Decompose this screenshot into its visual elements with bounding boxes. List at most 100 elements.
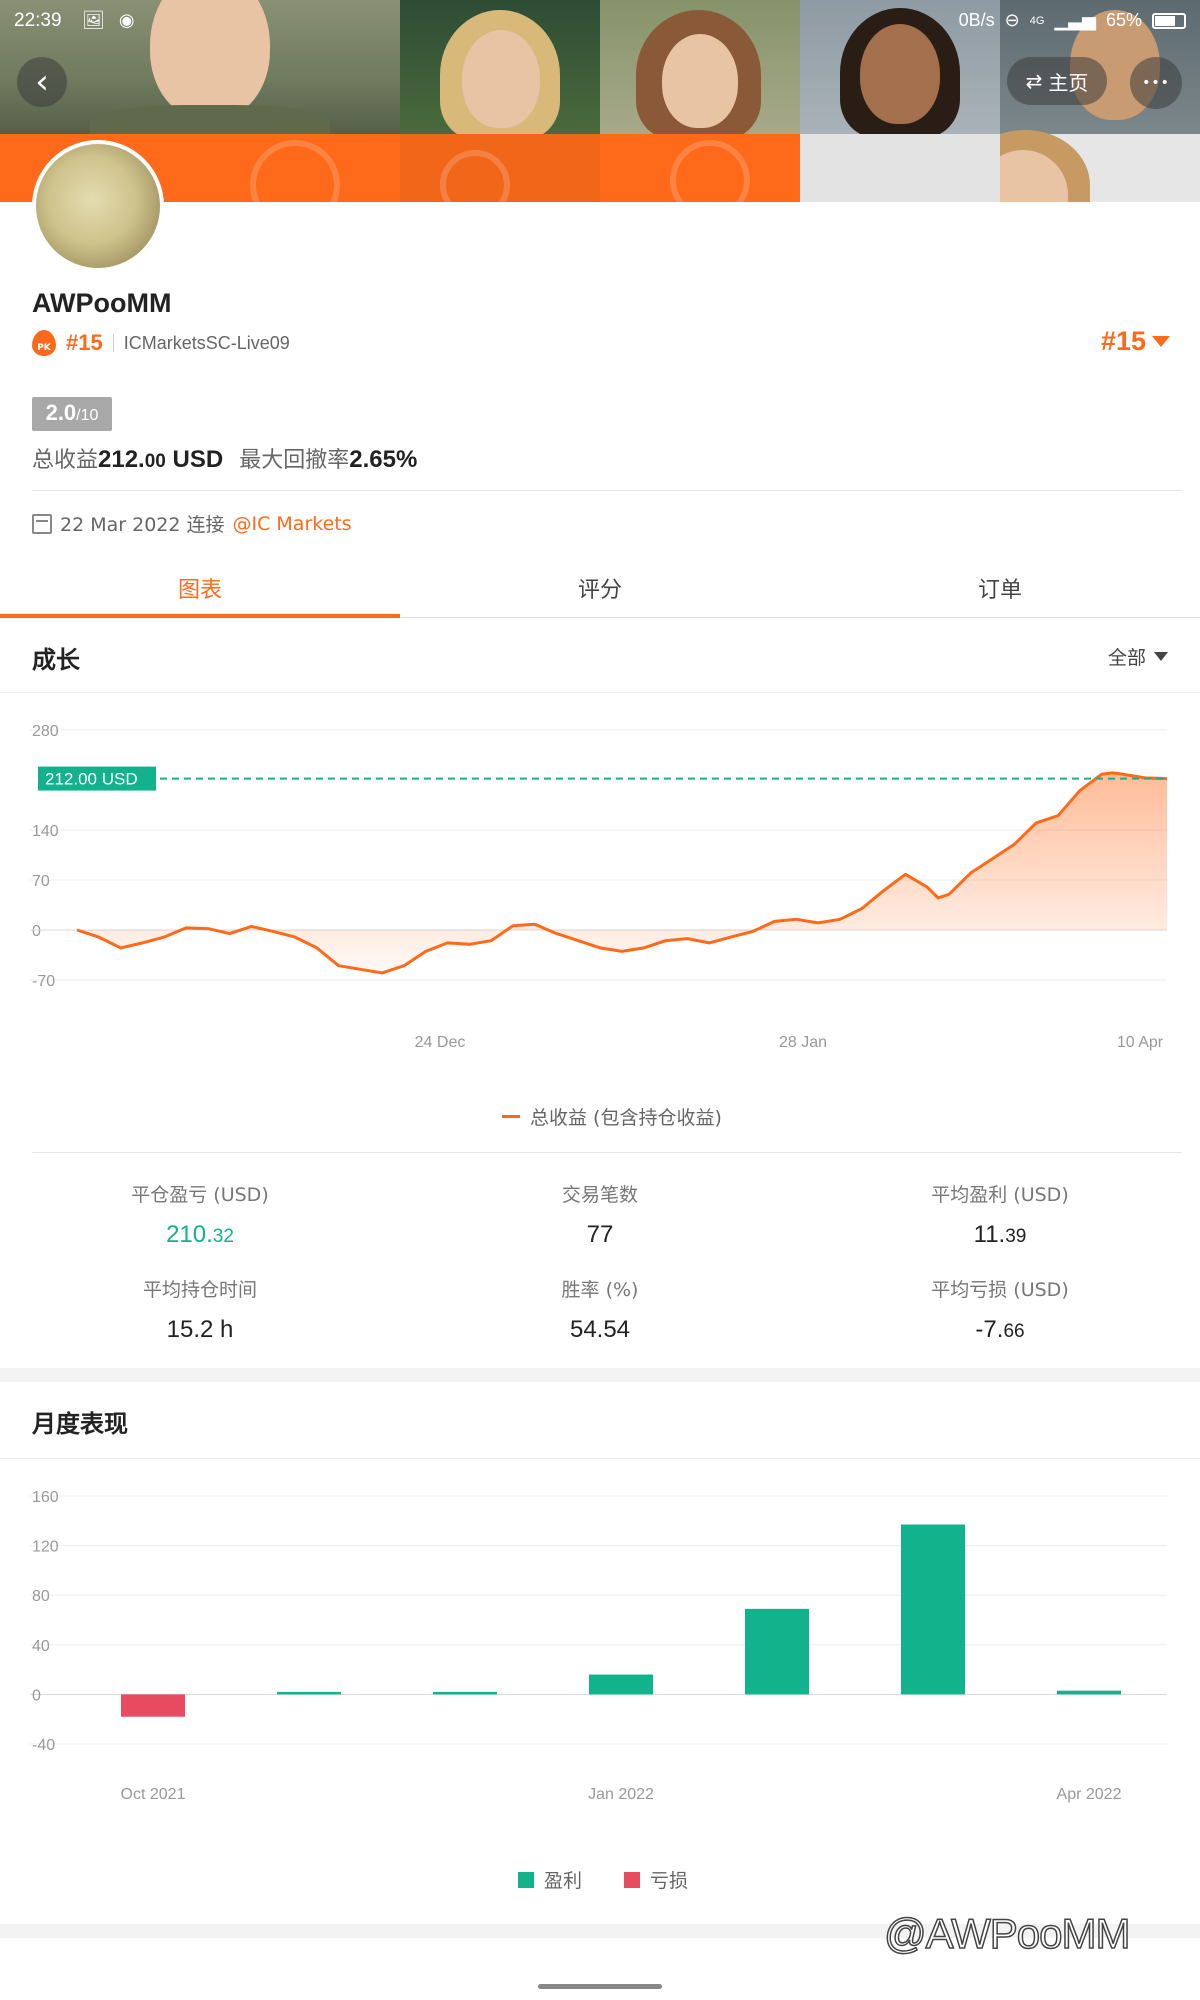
chevron-left-icon: ‹ [35, 62, 49, 102]
rank-label: #15 [66, 330, 103, 355]
total-profit-dec: 00 [144, 451, 166, 472]
stat-label: 平仓盈亏 (USD) [131, 1184, 269, 1206]
app-icon: ◉ [118, 10, 135, 31]
bar-profit [745, 1608, 809, 1695]
battery-icon [1152, 12, 1186, 29]
stat-label: 平均持仓时间 [142, 1279, 257, 1301]
rank-row: PK #15 ICMarketsSC-Live09 [32, 330, 290, 356]
legend-profit-swatch [518, 1871, 534, 1888]
total-profit-unit: USD [165, 446, 224, 473]
divider [32, 490, 1182, 491]
profit-summary: 总收益 212. 00 USD 最大回撤率 2.65% [32, 442, 417, 474]
y-tick-label: 0 [32, 1687, 41, 1704]
y-tick-label: -70 [32, 973, 55, 990]
x-tick-label: Oct 2021 [121, 1786, 186, 1803]
caret-down-icon [1152, 336, 1170, 347]
stat-label: 胜率 (%) [561, 1279, 639, 1301]
growth-chart[interactable]: -70 0 70 140 280 212.00 USD 24 Dec 28 Jan 10 Apr [0, 700, 1200, 1100]
stat-value-int: 210. [166, 1221, 213, 1248]
avatar[interactable] [32, 140, 164, 272]
monthly-chart[interactable]: -40 0 40 80 120 160 Oct 2021 Jan 2022 Apr 2022 [0, 1466, 1200, 1846]
home-button[interactable]: ⇄ 主页 [1007, 57, 1107, 105]
tab-rating[interactable]: 评分 [400, 560, 800, 617]
y-tick-label: 40 [32, 1638, 50, 1655]
range-select[interactable]: 全部 [1108, 643, 1168, 670]
stat-trades: 交易笔数 77 [400, 1180, 800, 1249]
flame-pk-icon: PK [32, 330, 56, 356]
bar-loss [121, 1694, 185, 1717]
home-indicator[interactable] [538, 1984, 662, 1989]
net-speed: 0B/s [958, 10, 995, 30]
stat-value-dec: 39 [1005, 1226, 1027, 1247]
x-tick-label: 10 Apr [1117, 1034, 1164, 1051]
divider [32, 1152, 1182, 1153]
signal-icon: 4G [1029, 14, 1045, 27]
stat-win-rate: 胜率 (%) 54.54 [400, 1275, 800, 1344]
back-button[interactable]: ‹ [17, 57, 67, 107]
stat-value: 210.32 [0, 1221, 400, 1249]
rank-dropdown[interactable]: #15 [1101, 326, 1170, 357]
growth-legend-label: 总收益 (包含持仓收益) [530, 1107, 722, 1129]
total-profit-int: 212. [98, 446, 145, 473]
tab-chart[interactable]: 图表 [0, 560, 400, 618]
stat-avg-profit: 平均盈利 (USD) 11.39 [800, 1180, 1200, 1249]
stat-avg-hold: 平均持仓时间 15.2 h [0, 1275, 400, 1344]
caret-down-icon [1154, 652, 1168, 661]
series-area [77, 772, 1167, 973]
y-tick-label: 0 [32, 923, 41, 940]
y-tick-label: 80 [32, 1588, 50, 1605]
section-separator [0, 1368, 1200, 1382]
stat-value: 54.54 [569, 1316, 631, 1343]
y-tick-label: 140 [32, 823, 59, 840]
server-name: ICMarketsSC-Live09 [123, 332, 290, 353]
stat-value-dec: 66 [1003, 1321, 1025, 1342]
monthly-title: 月度表现 [32, 1410, 128, 1438]
section-divider [0, 1458, 1200, 1459]
stat-closed-pl: 平仓盈亏 (USD) 210.32 [0, 1180, 400, 1249]
legend-profit-label: 盈利 [544, 1870, 583, 1892]
score-badge: 2.0 /10 [32, 397, 112, 431]
battery-text: 65% [1105, 10, 1142, 30]
tab-bar: 图表 评分 订单 [0, 560, 1200, 618]
bar-profit [433, 1691, 497, 1695]
y-tick-label: -40 [32, 1737, 55, 1754]
stat-label: 平均亏损 (USD) [931, 1279, 1069, 1301]
swap-icon: ⇄ [1025, 69, 1043, 93]
stat-value: 15.2 h [166, 1316, 234, 1343]
reference-label: 212.00 USD [45, 770, 138, 789]
calendar-icon [32, 513, 52, 534]
image-icon: 🖼 [82, 10, 105, 31]
y-tick-label: 120 [32, 1539, 59, 1556]
more-button[interactable]: ••• [1130, 57, 1182, 109]
rank-dropdown-label: #15 [1100, 326, 1146, 356]
growth-legend: 总收益 (包含持仓收益) [502, 1103, 722, 1130]
total-profit-label: 总收益 [32, 448, 99, 473]
broker-link[interactable]: @IC Markets [233, 513, 352, 535]
profile-banner: 22:39 🖼 ◉ 0B/s ⊖ 4G ▁▃▅ 65% ‹ ⇄ 主页 ••• [0, 0, 1200, 202]
y-tick-label: 70 [32, 873, 50, 890]
y-tick-label: 280 [32, 723, 59, 740]
connect-date: 22 Mar 2022 连接 [60, 514, 225, 536]
status-time: 22:39 [14, 10, 62, 31]
x-tick-label: Apr 2022 [1057, 1786, 1122, 1803]
dnd-icon: ⊖ [1004, 10, 1020, 30]
legend-loss-label: 亏损 [650, 1870, 689, 1892]
status-bar: 22:39 🖼 ◉ 0B/s ⊖ 4G ▁▃▅ 65% [0, 0, 1200, 44]
drawdown-label: 最大回撤率 [239, 448, 350, 473]
tab-orders[interactable]: 订单 [800, 560, 1200, 617]
stat-label: 平均盈利 (USD) [931, 1184, 1069, 1206]
stat-value: 11.39 [800, 1221, 1200, 1249]
bar-profit [589, 1674, 653, 1695]
home-button-label: 主页 [1048, 70, 1089, 95]
x-tick-label: 24 Dec [415, 1034, 466, 1051]
score-max: /10 [76, 407, 99, 424]
stat-value-int: 11. [973, 1221, 1006, 1248]
legend-line-swatch [502, 1115, 520, 1118]
more-icon: ••• [1142, 75, 1170, 91]
user-name: AWPooMM [32, 288, 172, 318]
watermark: @AWPooMM [883, 1909, 1131, 1958]
x-tick-label: Jan 2022 [588, 1786, 654, 1803]
stat-avg-loss: 平均亏损 (USD) -7.66 [800, 1275, 1200, 1344]
drawdown-value: 2.65% [349, 446, 418, 473]
bar-profit [277, 1691, 341, 1695]
